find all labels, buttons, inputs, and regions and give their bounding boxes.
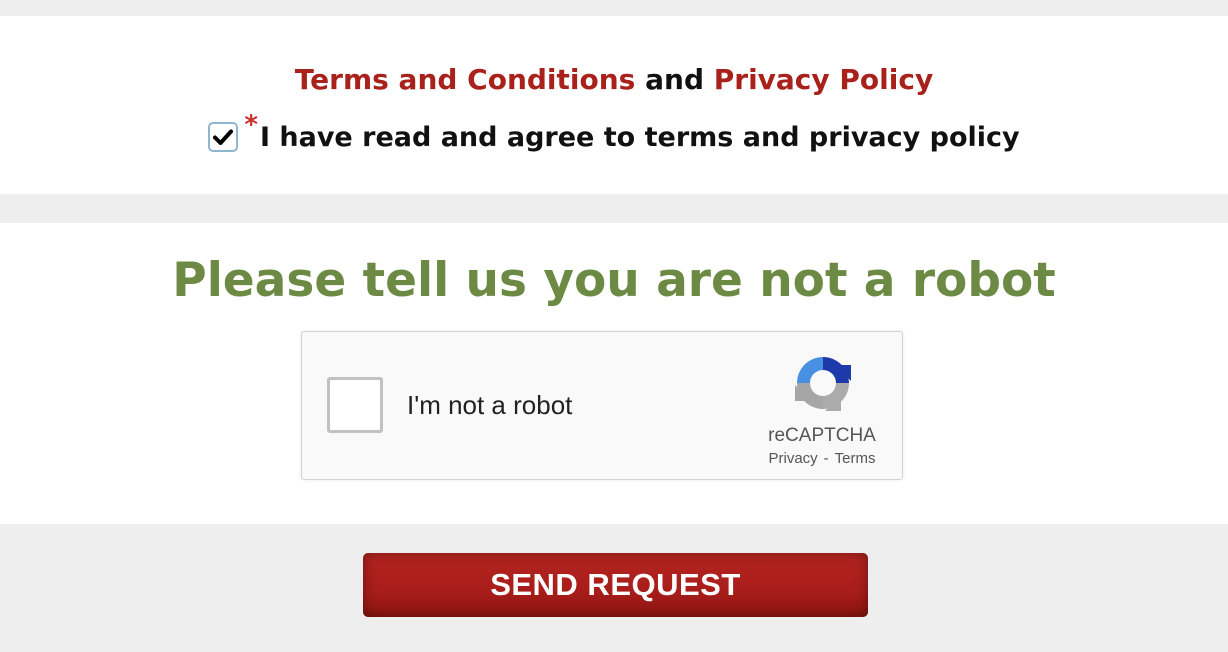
agree-row: * I have read and agree to terms and pri… (0, 112, 1228, 157)
recaptcha-terms-link[interactable]: Terms (835, 450, 876, 467)
terms-panel: Terms and Conditions and Privacy Policy … (0, 16, 1228, 194)
required-asterisk: * (244, 110, 258, 140)
terms-conjunction: and (645, 63, 704, 96)
terms-and-conditions-link[interactable]: Terms and Conditions (295, 63, 636, 96)
privacy-policy-link[interactable]: Privacy Policy (714, 63, 933, 96)
recaptcha-brand: reCAPTCHA (768, 425, 876, 446)
agree-checkbox[interactable] (208, 122, 239, 152)
checkmark-icon (213, 129, 234, 145)
robot-check-panel: Please tell us you are not a robot I'm n… (0, 223, 1228, 524)
send-request-button[interactable]: SEND REQUEST (363, 553, 868, 617)
recaptcha-widget: I'm not a robot reCAPTCHA Privacy - Terms (301, 331, 903, 480)
recaptcha-links: Privacy - Terms (742, 450, 902, 468)
recaptcha-logo-icon (795, 357, 851, 411)
agree-label: I have read and agree to terms and priva… (259, 122, 1020, 153)
recaptcha-checkbox[interactable] (327, 377, 383, 433)
recaptcha-link-separator: - (823, 450, 829, 467)
recaptcha-privacy-link[interactable]: Privacy (768, 450, 817, 467)
recaptcha-label: I'm not a robot (407, 390, 573, 420)
robot-check-heading: Please tell us you are not a robot (172, 253, 1056, 308)
terms-links-line: Terms and Conditions and Privacy Policy (0, 60, 1228, 100)
